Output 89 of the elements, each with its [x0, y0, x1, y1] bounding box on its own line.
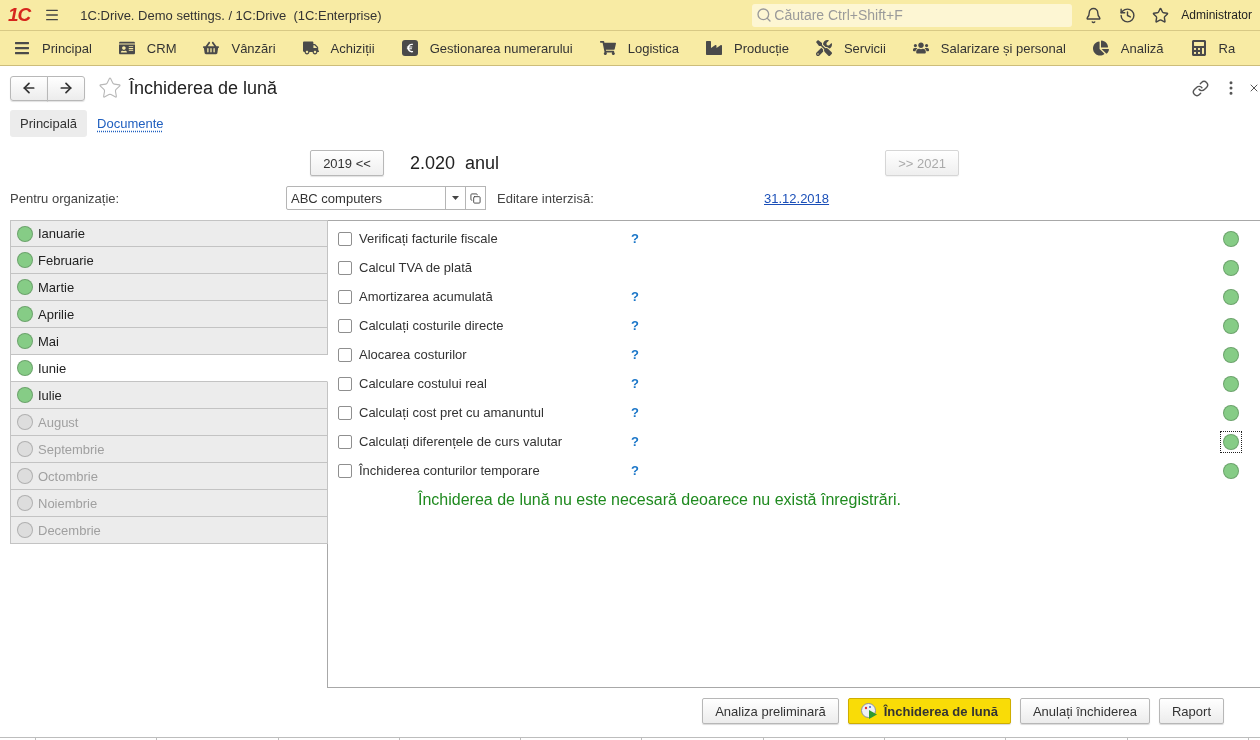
- field-label: Pentru organizație:: [10, 190, 121, 206]
- task-label: Calculați costurile directe: [359, 318, 505, 333]
- menu-item[interactable]: Ra: [1190, 40, 1236, 56]
- task-label: Amortizarea acumulată: [359, 289, 494, 304]
- checkbox[interactable]: [338, 463, 352, 478]
- task-label: Calculați diferențele de curs valutar: [359, 434, 564, 449]
- month-item[interactable]: Februarie: [10, 247, 328, 274]
- pie-chart-icon: [1092, 40, 1109, 56]
- logo: 1C: [8, 5, 31, 25]
- arrow-right-icon: [58, 80, 74, 96]
- menu-item[interactable]: Salarizare și personal: [912, 40, 1066, 56]
- forward-button[interactable]: [47, 75, 85, 101]
- checkbox[interactable]: [338, 318, 352, 333]
- menu-item[interactable]: Producție: [706, 40, 789, 56]
- cart-icon: [599, 40, 616, 56]
- month-item[interactable]: Iulie: [10, 382, 328, 409]
- task-label: Alocarea costurilor: [359, 347, 468, 362]
- back-button[interactable]: [10, 75, 48, 101]
- menu-item[interactable]: Servicii: [815, 40, 886, 56]
- id-card-icon: [118, 40, 135, 56]
- month-item[interactable]: Ianuarie: [10, 220, 328, 247]
- dropdown-button[interactable]: [445, 186, 466, 210]
- help-link[interactable]: ?: [631, 231, 639, 246]
- action-button[interactable]: Analiza preliminară: [702, 698, 839, 724]
- menu-item[interactable]: Vânzări: [203, 40, 276, 56]
- euro-icon: [401, 40, 418, 56]
- help-link[interactable]: ?: [631, 434, 639, 449]
- page-title: Închiderea de lună: [129, 77, 278, 99]
- menu-item[interactable]: CRM: [118, 40, 177, 56]
- task-label: Verificați facturile fiscale: [359, 231, 499, 246]
- checkbox[interactable]: [338, 231, 352, 246]
- copy-icon: [470, 192, 481, 204]
- people-icon: [912, 40, 929, 56]
- menu-item[interactable]: Analiză: [1092, 40, 1164, 56]
- search-field[interactable]: Căutare Ctrl+Shift+F: [752, 3, 1073, 27]
- checkbox[interactable]: [338, 347, 352, 362]
- menu-icon[interactable]: [44, 7, 61, 23]
- task-label: Calcul TVA de plată: [359, 260, 473, 275]
- date-link[interactable]: 31.12.2018: [764, 190, 830, 206]
- user-name[interactable]: Administrator: [1181, 8, 1252, 22]
- checkbox[interactable]: [338, 376, 352, 391]
- previous-year-button[interactable]: 2019 <<: [310, 150, 384, 176]
- caret-icon: [452, 196, 459, 200]
- checkbox[interactable]: [338, 405, 352, 420]
- help-link[interactable]: ?: [631, 376, 639, 391]
- month-item[interactable]: Aprilie: [10, 301, 328, 328]
- star-icon[interactable]: [1152, 6, 1170, 24]
- year-label: 2.020 anul: [410, 152, 500, 174]
- tab[interactable]: Principală: [10, 110, 88, 137]
- checkbox[interactable]: [338, 289, 352, 304]
- month-item[interactable]: Martie: [10, 274, 328, 301]
- window-title: 1C:Drive. Demo settings. / 1C:Drive (1C:Enterprise): [80, 7, 382, 23]
- truck-icon: [302, 40, 319, 56]
- action-button[interactable]: Raport: [1158, 698, 1224, 724]
- help-link[interactable]: ?: [631, 318, 639, 333]
- help-link[interactable]: ?: [631, 405, 639, 420]
- action-button[interactable]: Anulați închiderea: [1019, 698, 1150, 724]
- menu-item[interactable]: Logistica: [599, 40, 679, 56]
- action-button[interactable]: Închiderea de lună: [847, 698, 1011, 724]
- star-icon[interactable]: [98, 76, 122, 100]
- factory-icon: [706, 40, 722, 56]
- status-message: Închiderea de lună nu este necesară deoarece nu există înregistrări.: [418, 490, 902, 510]
- disc-play-icon: [860, 702, 878, 720]
- task-label: Calculați cost pret cu amanuntul: [359, 405, 545, 420]
- menu-item[interactable]: Achiziții: [302, 40, 375, 56]
- search-icon: [756, 6, 773, 23]
- calculator-icon: [1190, 40, 1207, 56]
- basket-icon: [203, 40, 220, 56]
- tab[interactable]: Documente: [97, 110, 174, 137]
- task-label: Calculare costului real: [359, 376, 488, 391]
- history-icon[interactable]: [1119, 6, 1137, 24]
- organization-field[interactable]: ABC computers: [286, 186, 446, 210]
- help-link[interactable]: ?: [631, 463, 639, 478]
- menu-item[interactable]: Principal: [14, 40, 92, 56]
- checkbox[interactable]: [338, 434, 352, 449]
- help-link[interactable]: ?: [631, 347, 639, 362]
- month-item[interactable]: Iunie: [10, 355, 328, 382]
- bell-icon[interactable]: [1085, 6, 1103, 24]
- tools-icon: [815, 40, 832, 56]
- help-link[interactable]: ?: [631, 289, 639, 304]
- close-icon[interactable]: [1248, 82, 1260, 94]
- menu-item[interactable]: Gestionarea numerarului: [401, 40, 573, 56]
- task-label: Închiderea conturilor temporare: [359, 463, 541, 478]
- list-icon: [14, 40, 30, 56]
- checkbox[interactable]: [338, 260, 352, 275]
- month-item[interactable]: Mai: [10, 328, 328, 355]
- field-label: Editare interzisă:: [497, 190, 595, 206]
- link-icon[interactable]: [1192, 79, 1209, 97]
- open-button[interactable]: [465, 186, 486, 210]
